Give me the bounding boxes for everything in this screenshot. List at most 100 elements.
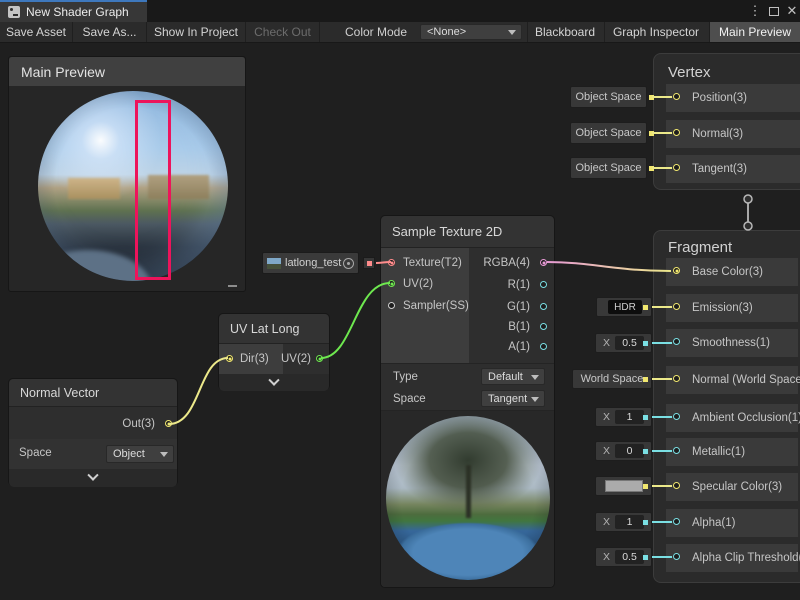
vertex-row-tangent[interactable]: Tangent(3): [666, 155, 800, 183]
chevron-down-icon: [268, 374, 279, 385]
color-mode-label: Color Mode: [345, 22, 407, 42]
fragment-row-smoothness[interactable]: Smoothness(1): [666, 329, 798, 357]
type-dropdown[interactable]: Default: [481, 368, 545, 385]
uv-output-port[interactable]: [316, 355, 323, 362]
color-swatch[interactable]: [605, 480, 643, 492]
alpha-clip-value-widget[interactable]: X 0.5: [595, 547, 652, 567]
tangent-space-pill[interactable]: Object Space: [570, 157, 647, 179]
main-preview-toggle-button[interactable]: Main Preview: [709, 22, 800, 42]
main-preview-title: Main Preview: [21, 64, 105, 80]
tangent-port[interactable]: [673, 164, 680, 171]
normal-space-pill[interactable]: Object Space: [570, 122, 647, 144]
fragment-row-alpha[interactable]: Alpha(1): [666, 509, 798, 537]
main-preview-body: [9, 86, 245, 291]
fragment-block-title: Fragment: [668, 239, 732, 256]
b-output-port[interactable]: [540, 323, 547, 330]
specular-color-widget[interactable]: [595, 476, 652, 496]
graph-inspector-toggle-button[interactable]: Graph Inspector: [604, 22, 707, 42]
normal-port[interactable]: [673, 129, 680, 136]
connector-dot: [643, 484, 648, 489]
dropdown-arrow-icon: [531, 375, 539, 380]
texture-input-port[interactable]: [388, 259, 395, 266]
panel-resize-handle[interactable]: [228, 285, 237, 287]
alpha-clip-port[interactable]: [673, 553, 680, 560]
position-space-pill[interactable]: Object Space: [570, 86, 647, 108]
object-picker-icon[interactable]: [343, 258, 354, 269]
node-title[interactable]: Normal Vector: [9, 379, 177, 407]
main-preview-header[interactable]: Main Preview: [9, 57, 245, 86]
alpha-value-widget[interactable]: X 1: [595, 512, 652, 532]
fragment-row-emission[interactable]: Emission(3): [666, 294, 798, 322]
space-dropdown[interactable]: Object: [106, 445, 174, 463]
blackboard-toggle-button[interactable]: Blackboard: [527, 22, 602, 42]
dir-input-port[interactable]: [226, 355, 233, 362]
window-menu-icon[interactable]: ⋮: [748, 0, 762, 22]
collapse-preview-button[interactable]: [9, 469, 177, 487]
connector-dot: [643, 555, 648, 560]
main-preview-panel: Main Preview: [8, 56, 246, 292]
connector-dot: [643, 415, 648, 420]
base-color-port[interactable]: [673, 267, 680, 274]
metallic-value-widget[interactable]: X 0: [595, 441, 652, 461]
close-icon[interactable]: ✕: [784, 0, 800, 22]
out-output-port[interactable]: [165, 420, 172, 427]
tree-trunk: [466, 465, 471, 517]
fragment-row-alpha-clip[interactable]: Alpha Clip Threshold(1): [666, 544, 798, 572]
show-in-project-button[interactable]: Show In Project: [147, 22, 246, 42]
connector-dot: [649, 95, 654, 100]
space-dropdown[interactable]: Tangent: [481, 390, 545, 407]
sample-texture-2d-node[interactable]: Sample Texture 2D Texture(T2) UV(2) Samp…: [380, 215, 555, 588]
normal-ws-port[interactable]: [673, 375, 680, 382]
position-port[interactable]: [673, 93, 680, 100]
r-output-port[interactable]: [540, 281, 547, 288]
color-mode-dropdown[interactable]: <None>: [420, 24, 522, 40]
maximize-icon[interactable]: [766, 0, 782, 22]
title-bar: New Shader Graph ⋮ ✕: [0, 0, 800, 22]
connector-dot: [649, 166, 654, 171]
sampler-input-port[interactable]: [388, 302, 395, 309]
emission-port[interactable]: [673, 303, 680, 310]
uv-lat-long-node[interactable]: UV Lat Long Dir(3) UV(2): [218, 313, 330, 390]
vertex-block-title: Vertex: [668, 64, 711, 81]
selection-rectangle: [135, 100, 171, 280]
fragment-row-base-color[interactable]: Base Color(3): [666, 258, 798, 286]
texture-asset-field[interactable]: latlong_test: [262, 252, 359, 274]
uv-input-port[interactable]: [388, 280, 395, 287]
fragment-row-metallic[interactable]: Metallic(1): [666, 438, 798, 466]
space-option-row: Space Object: [9, 439, 177, 469]
ambient-occlusion-value-widget[interactable]: X 1: [595, 407, 652, 427]
rgba-output-port[interactable]: [540, 259, 547, 266]
fragment-block[interactable]: Fragment Base Color(3) Emission(3) Smoot…: [653, 230, 800, 583]
check-out-button: Check Out: [246, 22, 320, 42]
fragment-row-ambient-occlusion[interactable]: Ambient Occlusion(1): [666, 404, 798, 432]
texture-connector: [363, 257, 375, 269]
specular-color-port[interactable]: [673, 482, 680, 489]
normal-ws-space-pill[interactable]: World Space: [572, 369, 652, 389]
vertex-row-position[interactable]: Position(3): [666, 84, 800, 112]
smoothness-port[interactable]: [673, 338, 680, 345]
fragment-row-normal-ws[interactable]: Normal (World Space)(3): [666, 366, 798, 394]
fragment-row-specular-color[interactable]: Specular Color(3): [666, 473, 798, 501]
color-mode-value: <None>: [427, 26, 466, 38]
node-title[interactable]: Sample Texture 2D: [381, 216, 554, 248]
ambient-occlusion-port[interactable]: [673, 413, 680, 420]
texture-asset-name: latlong_test: [285, 257, 341, 269]
dropdown-arrow-icon: [531, 397, 539, 402]
alpha-port[interactable]: [673, 518, 680, 525]
node-preview: [381, 411, 554, 587]
save-asset-button[interactable]: Save Asset: [0, 22, 73, 42]
metallic-port[interactable]: [673, 447, 680, 454]
connector-dot: [649, 131, 654, 136]
tab-new-shader-graph[interactable]: New Shader Graph: [0, 0, 147, 22]
emission-hdr-widget[interactable]: HDR: [596, 297, 652, 317]
g-output-port[interactable]: [540, 303, 547, 310]
node-title[interactable]: UV Lat Long: [219, 314, 329, 344]
a-output-port[interactable]: [540, 343, 547, 350]
normal-vector-node[interactable]: Normal Vector Out(3) Space Object: [8, 378, 178, 486]
node-options: Type Default Space Tangent: [381, 363, 554, 411]
vertex-block[interactable]: Vertex Position(3) Normal(3) Tangent(3): [653, 53, 800, 190]
smoothness-value-widget[interactable]: X 0.5: [595, 333, 652, 353]
save-as-button[interactable]: Save As...: [73, 22, 147, 42]
vertex-row-normal[interactable]: Normal(3): [666, 120, 800, 148]
collapse-preview-button[interactable]: [219, 374, 329, 391]
